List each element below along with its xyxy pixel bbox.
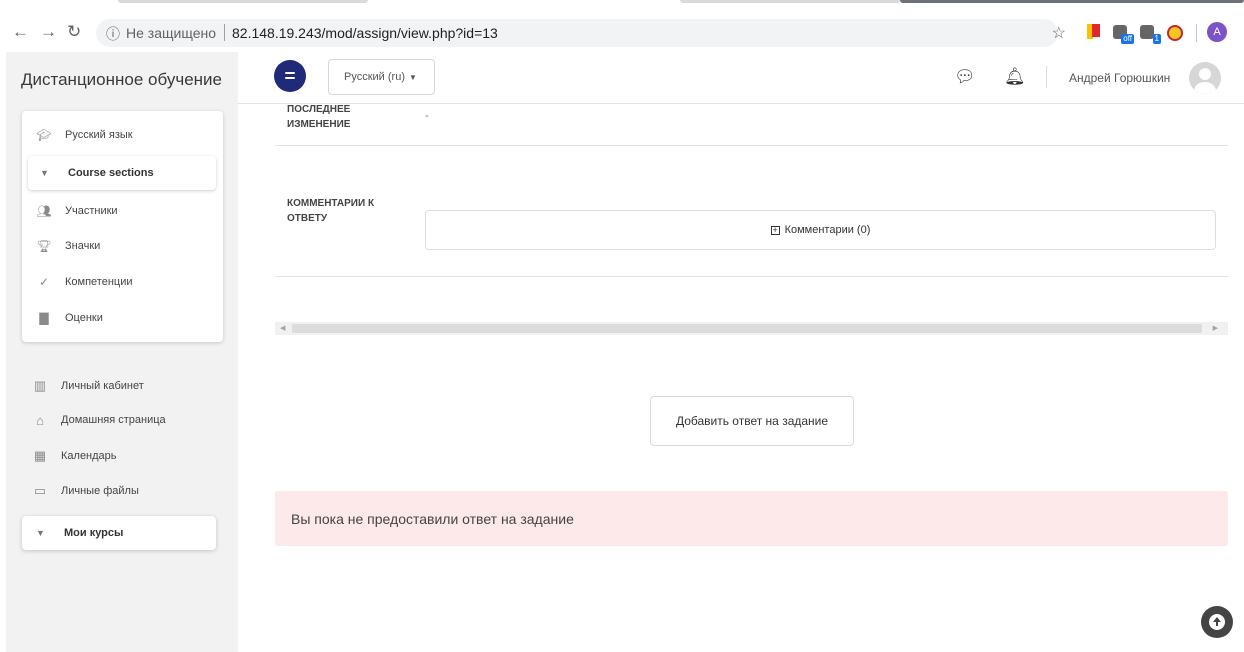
add-submission-button[interactable]: Добавить ответ на задание <box>650 396 854 446</box>
language-menu[interactable]: Русский (ru) ▼ <box>328 59 435 95</box>
profile-avatar[interactable]: A <box>1207 22 1227 42</box>
last-modified-value: - <box>425 110 429 122</box>
flag-extension-icon[interactable] <box>1085 23 1103 41</box>
nav-item-badges[interactable]: 🏆︎ Значки <box>22 229 223 263</box>
row-divider <box>275 276 1228 277</box>
nav-item-label: Календарь <box>61 450 117 462</box>
tab-active[interactable] <box>900 0 1244 3</box>
nav-item-label: Значки <box>65 240 101 252</box>
nav-item-label: Домашняя страница <box>61 414 166 426</box>
info-icon[interactable]: ⓘ <box>106 24 120 44</box>
top-navbar: Русский (ru) ▼ 💬︎ 🔔︎ Андрей Горюшкин <box>238 52 1244 104</box>
course-nav-card: 🎓︎ Русский язык ▼ Course sections 👥︎ Уча… <box>22 111 223 342</box>
scroll-right-icon[interactable]: ▶ <box>1213 322 1218 335</box>
nav-item-grades[interactable]: ▇ Оценки <box>22 301 223 335</box>
nav-item-participants[interactable]: 👥︎ Участники <box>22 194 223 228</box>
nav-item-dashboard[interactable]: ▥ Личный кабинет <box>32 374 144 398</box>
security-label: Не защищено <box>126 25 216 41</box>
drawer-toggle-button[interactable] <box>274 60 306 92</box>
row-divider <box>275 145 1228 146</box>
toolbar-divider <box>1196 24 1197 42</box>
tab-strip <box>0 0 1244 6</box>
graduation-cap-icon: 🎓︎ <box>36 128 52 142</box>
language-label: Русский (ru) <box>344 71 405 83</box>
notifications-bell-icon[interactable]: 🔔︎ <box>1004 67 1026 87</box>
nav-item-competencies[interactable]: ✓ Компетенции <box>22 265 223 299</box>
nav-item-course[interactable]: 🎓︎ Русский язык <box>22 118 223 152</box>
nav-item-calendar[interactable]: ▦ Календарь <box>32 444 117 468</box>
extension-box-icon[interactable]: 1 <box>1139 23 1161 44</box>
messages-icon[interactable]: 💬︎ <box>954 67 976 87</box>
user-avatar[interactable] <box>1189 62 1221 94</box>
trophy-icon: 🏆︎ <box>36 239 52 253</box>
scroll-left-icon[interactable]: ◀ <box>280 322 285 335</box>
forward-arrow-icon[interactable]: → <box>40 22 57 42</box>
bookmark-star-icon[interactable]: ☆ <box>1052 23 1066 43</box>
my-courses-toggle[interactable]: ▼ Мои курсы <box>22 516 216 550</box>
arrow-up-icon <box>1209 614 1225 630</box>
address-bar[interactable]: ⓘ Не защищено 82.148.19.243/mod/assign/v… <box>96 19 1066 47</box>
url-text[interactable]: 82.148.19.243/mod/assign/view.php?id=13 <box>232 25 498 41</box>
nav-item-label: Личный кабинет <box>61 380 144 392</box>
nav-item-label: Компетенции <box>65 276 133 288</box>
users-icon: 👥︎ <box>36 204 52 218</box>
check-icon: ✓ <box>38 275 50 289</box>
nav-item-label: Русский язык <box>65 129 133 141</box>
nav-item-label: Личные файлы <box>61 485 139 497</box>
comments-button[interactable]: + Комментарии (0) <box>425 210 1216 250</box>
nav-item-label: Оценки <box>65 312 103 324</box>
course-sections-label: Course sections <box>68 167 154 179</box>
site-title[interactable]: Дистанционное обучение <box>21 70 222 90</box>
alert-text: Вы пока не предоставили ответ на задание <box>291 510 574 527</box>
extension-off-tag: off <box>1121 34 1134 44</box>
user-name[interactable]: Андрей Горюшкин <box>1069 71 1170 85</box>
scrollbar-thumb[interactable] <box>292 324 1202 333</box>
home-icon: ⌂ <box>36 412 44 428</box>
last-modified-label: Последнее изменение <box>287 104 351 130</box>
back-to-top-button[interactable] <box>1201 606 1233 638</box>
files-drive-icon: ▭ <box>33 483 47 498</box>
horizontal-scrollbar[interactable]: ◀ ▶ <box>275 322 1228 335</box>
extension-off-icon[interactable]: off <box>1112 23 1134 44</box>
calendar-icon: ▦ <box>33 448 47 463</box>
browser-toolbar: ← → ↻ ⓘ Не защищено 82.148.19.243/mod/as… <box>0 0 1244 52</box>
dashboard-icon: ▥ <box>33 378 47 393</box>
chevron-down-icon: ▼ <box>40 168 49 178</box>
caret-down-icon: ▼ <box>408 72 417 82</box>
comments-label: Комментарии к ответу <box>287 198 375 224</box>
submission-status-alert: Вы пока не предоставили ответ на задание <box>275 491 1228 546</box>
extension-box-tag: 1 <box>1152 34 1161 44</box>
reload-icon[interactable]: ↻ <box>67 22 81 42</box>
tab-1[interactable] <box>118 0 368 3</box>
nav-item-private-files[interactable]: ▭ Личные файлы <box>32 479 139 503</box>
nav-item-label: Участники <box>65 205 118 217</box>
extension-badge-icon[interactable] <box>1166 23 1184 41</box>
nav-drawer: Дистанционное обучение 🎓︎ Русский язык ▼… <box>6 52 238 652</box>
course-sections-toggle[interactable]: ▼ Course sections <box>28 156 216 190</box>
back-arrow-icon[interactable]: ← <box>12 22 29 42</box>
expand-plus-icon: + <box>770 224 780 235</box>
chevron-down-icon: ▼ <box>36 528 45 538</box>
grades-book-icon: ▇ <box>39 311 49 325</box>
navbar-divider <box>1046 66 1047 88</box>
my-courses-label: Мои курсы <box>64 527 124 539</box>
nav-item-home[interactable]: ⌂ Домашняя страница <box>32 408 166 432</box>
tab-2[interactable] <box>680 0 900 3</box>
address-divider <box>224 24 225 41</box>
comments-link[interactable]: Комментарии (0) <box>785 224 871 236</box>
